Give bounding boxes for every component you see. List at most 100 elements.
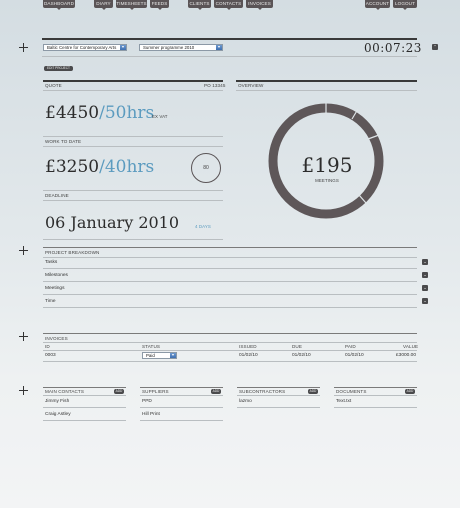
- invoice-due: 01/02/10: [292, 353, 311, 358]
- breakdown-label: PROJECT BREAKDOWN: [45, 250, 100, 255]
- work-to-date-label: WORK TO DATE: [45, 139, 82, 144]
- supplier-item[interactable]: PPD: [142, 399, 152, 404]
- main-contacts-label: MAIN CONTACTS: [45, 389, 84, 394]
- chevron-down-icon[interactable]: ⌄: [422, 272, 428, 278]
- invoice-value: £3000.00: [396, 353, 417, 358]
- work-amount-line: £3250/40hrs: [45, 157, 154, 177]
- work-sub-rule: [43, 146, 223, 147]
- panel-rule: [334, 387, 417, 388]
- invoices-rule: [43, 333, 417, 334]
- panel-sub-rule: [334, 395, 417, 396]
- quote-rule: [43, 80, 223, 82]
- work-amount: £3250: [45, 157, 100, 177]
- nav-tab-timesheets[interactable]: TIMESHEETS: [116, 0, 147, 10]
- invoices-plus-icon[interactable]: [19, 332, 28, 341]
- item-rule: [140, 407, 223, 408]
- nav-tab-contacts[interactable]: CONTACTS: [214, 0, 243, 10]
- row-divider: [43, 307, 417, 308]
- project-select[interactable]: Summer programme 2010 ▼: [139, 44, 223, 51]
- breakdown-item-tasks[interactable]: Tasks: [45, 260, 57, 265]
- invoices-sub-rule: [43, 342, 417, 343]
- invoice-row-rule: [43, 361, 417, 362]
- panel-sub-rule: [237, 395, 320, 396]
- deadline-bottom-rule: [43, 239, 223, 240]
- supplier-item[interactable]: Hill Print: [142, 412, 160, 417]
- deadline-sub-rule: [43, 200, 223, 201]
- panel-rule: [237, 387, 320, 388]
- row-divider: [43, 281, 417, 282]
- item-rule: [140, 420, 223, 421]
- panel-rule: [140, 387, 223, 388]
- progress-circle-value: 80: [203, 165, 209, 171]
- invoices-label: INVOICES: [45, 336, 68, 341]
- quote-amount: £4450: [45, 103, 100, 123]
- col-id: ID: [45, 344, 50, 349]
- document-item[interactable]: Text.txt: [336, 399, 351, 404]
- nav-tab-diary[interactable]: DIARY: [94, 0, 113, 10]
- add-subcontractor-button[interactable]: ADD: [308, 389, 318, 394]
- breakdown-plus-icon[interactable]: [19, 246, 28, 255]
- quote-hours: /50hrs: [99, 103, 155, 123]
- nav-tab-dashboard[interactable]: DASHBOARD: [43, 0, 75, 10]
- item-rule: [43, 420, 126, 421]
- quote-sub-rule: [43, 90, 223, 91]
- subcontractors-label: SUBCONTRACTORS: [239, 389, 286, 394]
- item-rule: [43, 407, 126, 408]
- contacts-plus-icon[interactable]: [19, 386, 28, 395]
- contact-item[interactable]: Craig Astley: [45, 412, 71, 417]
- overview-value: £195: [301, 153, 353, 177]
- breakdown-sub-rule: [43, 257, 417, 258]
- timer-toggle-button[interactable]: ⌃: [432, 44, 438, 50]
- invoice-paid: 01/02/10: [345, 353, 364, 358]
- breakdown-rule: [43, 247, 417, 248]
- row-divider: [43, 294, 417, 295]
- project-select-value: Summer programme 2010: [143, 45, 195, 50]
- vat-label: EX VAT: [152, 114, 168, 119]
- expand-plus-icon[interactable]: [19, 43, 28, 52]
- chevron-down-icon: ▼: [216, 45, 222, 50]
- po-number: PO 13345: [204, 83, 226, 88]
- col-issued: ISSUED: [239, 344, 257, 349]
- panel-sub-rule: [43, 395, 126, 396]
- edit-project-button[interactable]: EDIT PROJECT: [44, 66, 73, 71]
- add-document-button[interactable]: ADD: [405, 389, 415, 394]
- panel-rule: [43, 387, 126, 388]
- nav-tab-clients[interactable]: CLIENTS: [188, 0, 211, 10]
- chevron-down-icon[interactable]: ⌄: [422, 298, 428, 304]
- nav-tab-invoices[interactable]: INVOICES: [246, 0, 273, 10]
- deadline-label: DEADLINE: [45, 193, 69, 198]
- overview-rule: [236, 80, 417, 82]
- col-status: STATUS: [142, 344, 161, 349]
- chevron-down-icon: ▼: [120, 45, 126, 50]
- col-value: VALUE: [403, 344, 419, 349]
- nav-tab-feeds[interactable]: FEEDS: [150, 0, 169, 10]
- subcontractor-item[interactable]: lazmo: [239, 399, 252, 404]
- add-contact-button[interactable]: ADD: [114, 389, 124, 394]
- chevron-down-icon[interactable]: ⌄: [422, 259, 428, 265]
- breakdown-item-time[interactable]: Time: [45, 299, 55, 304]
- header-rule: [42, 38, 417, 40]
- col-due: DUE: [292, 344, 302, 349]
- row-divider: [43, 268, 417, 269]
- contact-item[interactable]: Jimmy Fish: [45, 399, 69, 404]
- item-rule: [237, 407, 320, 408]
- add-supplier-button[interactable]: ADD: [211, 389, 221, 394]
- breakdown-item-meetings[interactable]: Meetings: [45, 286, 64, 291]
- quote-bottom-rule: [43, 136, 223, 137]
- overview-sub-rule: [236, 90, 417, 91]
- nav-tab-account[interactable]: ACCOUNT: [365, 0, 390, 10]
- documents-label: DOCUMENTS: [336, 389, 367, 394]
- breakdown-item-milestones[interactable]: Milestones: [45, 273, 68, 278]
- invoices-header-rule: [43, 350, 417, 351]
- progress-circle: 80: [191, 153, 221, 183]
- col-paid: PAID: [345, 344, 356, 349]
- chevron-down-icon[interactable]: ⌄: [422, 285, 428, 291]
- invoice-status-select[interactable]: Paid ▼: [142, 352, 177, 359]
- panel-sub-rule: [140, 395, 223, 396]
- timer-display: 00:07:23: [364, 41, 422, 55]
- nav-tab-logout[interactable]: LOGOUT: [393, 0, 417, 10]
- overview-label: OVERVIEW: [238, 83, 264, 88]
- item-rule: [334, 407, 417, 408]
- client-select[interactable]: Baltic Centre for Contemporary Arts ▼: [43, 44, 127, 51]
- deadline-days: 4 DAYS: [195, 224, 211, 229]
